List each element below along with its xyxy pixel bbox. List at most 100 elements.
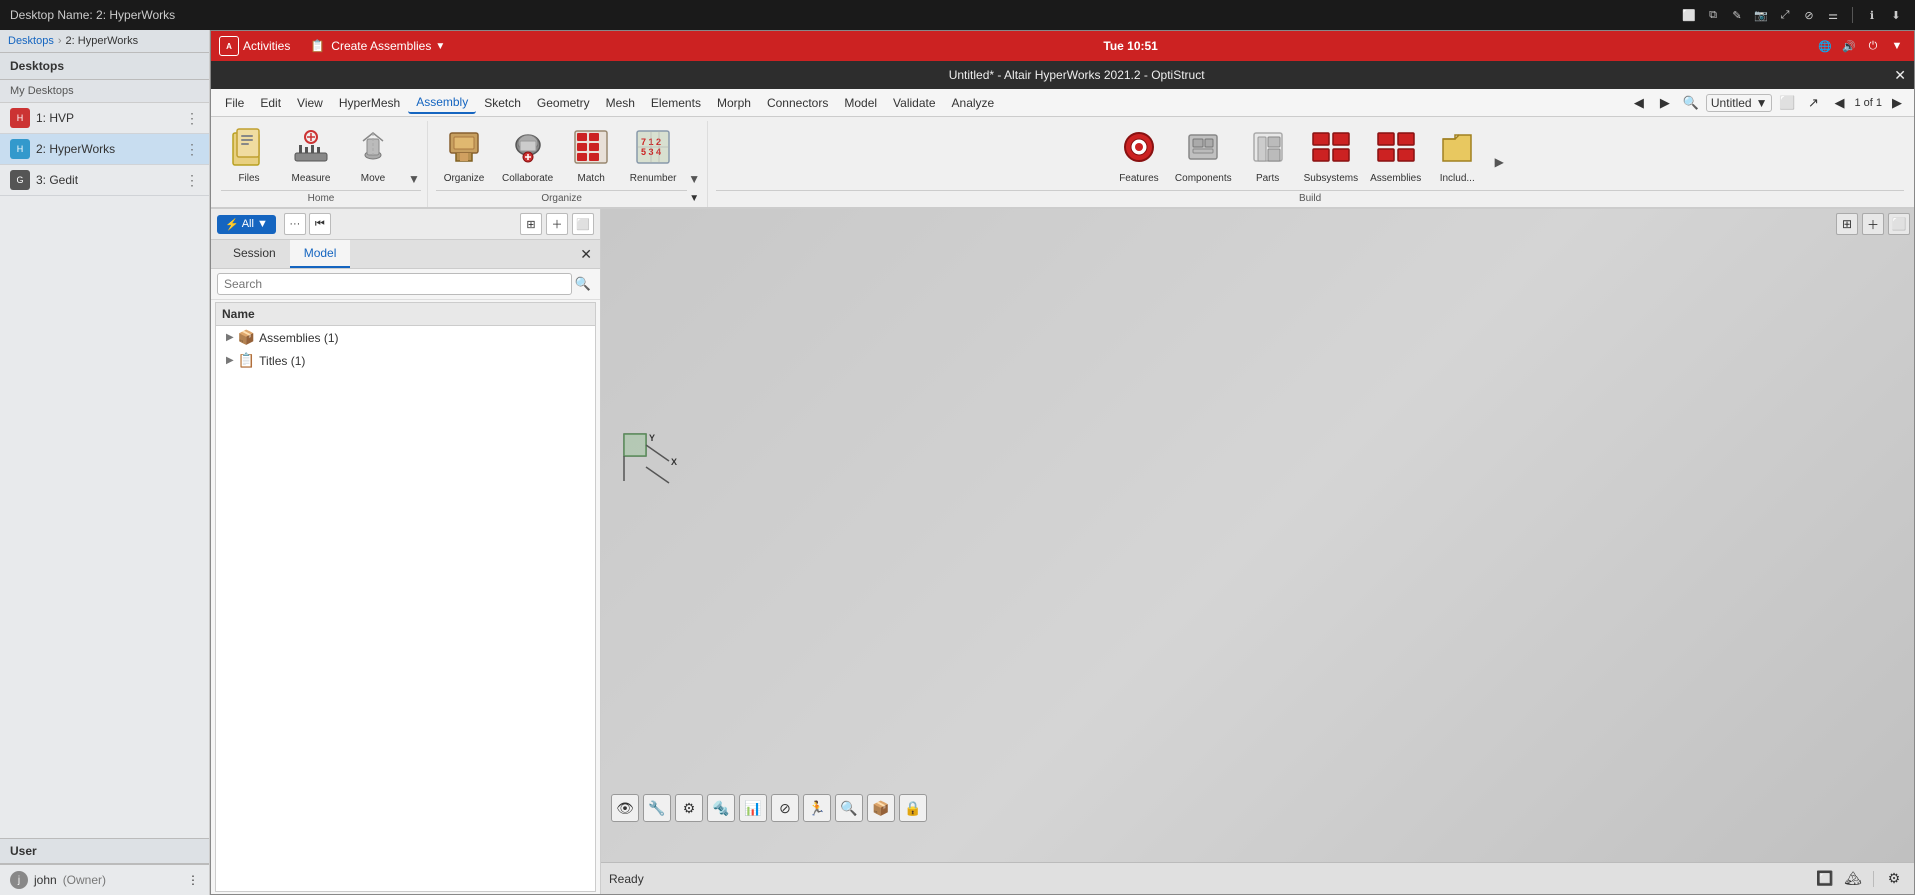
ribbon-btn-renumber[interactable]: 7 1 2 5 3 4 Renumber	[625, 121, 681, 186]
vp-icon-6[interactable]: ⊘	[771, 794, 799, 822]
menu-model[interactable]: Model	[836, 93, 885, 113]
home-collapse-btn[interactable]: ▼	[407, 172, 421, 186]
ribbon-btn-components[interactable]: Components	[1171, 121, 1236, 186]
bottom-settings-icon[interactable]: ⚙	[1882, 867, 1906, 891]
hvp-menu-icon[interactable]: ⋮	[185, 110, 199, 127]
vp-icon-5[interactable]: 📊	[739, 794, 767, 822]
info-icon[interactable]: ℹ	[1863, 6, 1881, 24]
ribbon-items-build: Features	[1111, 121, 1509, 190]
resize-icon[interactable]: ⤢	[1776, 6, 1794, 24]
menu-sketch[interactable]: Sketch	[476, 93, 529, 113]
search-input[interactable]	[217, 273, 572, 295]
viewport-split-icon[interactable]: ⬜	[1888, 213, 1910, 235]
viewport-canvas[interactable]: Y X ⊞ ＋ ⬜ 👁 🔧 ⚙ 🔩	[601, 209, 1914, 862]
menu-elements[interactable]: Elements	[643, 93, 709, 113]
ribbon-right-arrow[interactable]: ▶	[1489, 138, 1509, 186]
ribbon-btn-include[interactable]: Includ...	[1429, 121, 1485, 186]
tree-item-titles[interactable]: ▶ 📋 Titles (1)	[216, 349, 595, 372]
menu-analyze[interactable]: Analyze	[944, 93, 1003, 113]
ribbon-btn-collaborate[interactable]: Collaborate	[498, 121, 557, 186]
hyperworks-menu-icon[interactable]: ⋮	[185, 141, 199, 158]
create-assemblies-btn[interactable]: 📋 Create Assemblies ▼	[310, 39, 445, 53]
menu-hypermesh[interactable]: HyperMesh	[331, 93, 408, 113]
ribbon-btn-measure[interactable]: Measure	[283, 121, 339, 186]
activities-btn[interactable]: A Activities	[219, 36, 290, 56]
ribbon-btn-features[interactable]: Features	[1111, 121, 1167, 186]
viewport-grid-icon[interactable]: ⊞	[1836, 213, 1858, 235]
display-icon[interactable]: ⬜	[1680, 6, 1698, 24]
organize-collapse-btn[interactable]: ▼	[687, 172, 701, 186]
vp-icon-8[interactable]: 🔍	[835, 794, 863, 822]
eye-view-icon[interactable]: 👁	[611, 794, 639, 822]
menu-edit[interactable]: Edit	[252, 93, 289, 113]
menu-right-nav[interactable]: ▶	[1654, 92, 1676, 114]
menu-connectors[interactable]: Connectors	[759, 93, 836, 113]
bottom-render-icon[interactable]: 🏔	[1841, 867, 1865, 891]
menu-geometry[interactable]: Geometry	[529, 93, 598, 113]
next-page[interactable]: ▶	[1886, 92, 1908, 114]
copy-icon[interactable]: ⧉	[1704, 6, 1722, 24]
vp-icon-2[interactable]: 🔧	[643, 794, 671, 822]
tab-model[interactable]: Model	[290, 240, 351, 268]
ribbon-btn-subsystems[interactable]: Subsystems	[1300, 121, 1362, 186]
block-icon[interactable]: ⊘	[1800, 6, 1818, 24]
ribbon-btn-files[interactable]: Files	[221, 121, 277, 186]
volume-icon[interactable]: 🔊	[1840, 37, 1858, 55]
tree-expand-assemblies[interactable]: ▶	[226, 332, 234, 343]
ribbon-btn-move[interactable]: Move	[345, 121, 401, 186]
axis-indicator: Y X	[619, 429, 679, 492]
search-icon-btn[interactable]: 🔍	[572, 273, 594, 295]
menu-search[interactable]: 🔍	[1680, 92, 1702, 114]
sidebar-item-hvp[interactable]: H 1: HVP ⋮	[0, 103, 209, 134]
gedit-menu-icon[interactable]: ⋮	[185, 172, 199, 189]
organize-dropdown[interactable]: ▼	[687, 191, 701, 206]
menu-bar: File Edit View HyperMesh Assembly Sketch…	[211, 89, 1914, 117]
prev-page[interactable]: ◀	[1828, 92, 1850, 114]
vp-icon-7[interactable]: 🏃	[803, 794, 831, 822]
menu-left-nav[interactable]: ◀	[1628, 92, 1650, 114]
close-button[interactable]: ✕	[1894, 67, 1906, 84]
topbar-chevron-down[interactable]: ▼	[1888, 37, 1906, 55]
camera-icon[interactable]: 📷	[1752, 6, 1770, 24]
export-icon[interactable]: ↗	[1802, 92, 1824, 114]
vp-icon-4[interactable]: 🔩	[707, 794, 735, 822]
sidebar-item-hyperworks[interactable]: H 2: HyperWorks ⋮	[0, 134, 209, 165]
filter-reset[interactable]: ⏮	[309, 213, 331, 235]
menu-view[interactable]: View	[289, 93, 331, 113]
vp-icon-9[interactable]: 📦	[867, 794, 895, 822]
mixer-icon[interactable]: ⚌	[1824, 6, 1842, 24]
tree-expand-titles[interactable]: ▶	[226, 355, 234, 366]
panel-close-btn[interactable]: ✕	[580, 240, 592, 268]
menu-assembly[interactable]: Assembly	[408, 92, 476, 114]
create-assemblies-chevron[interactable]: ▼	[435, 41, 445, 52]
filter-dots[interactable]: ···	[284, 213, 306, 235]
bottom-3d-icon[interactable]: 🔲	[1813, 867, 1837, 891]
tab-session[interactable]: Session	[219, 240, 290, 268]
power-icon[interactable]: ⏻	[1864, 37, 1882, 55]
menu-validate[interactable]: Validate	[885, 93, 943, 113]
app-titlebar: Untitled* - Altair HyperWorks 2021.2 - O…	[211, 61, 1914, 89]
menu-mesh[interactable]: Mesh	[598, 93, 643, 113]
network-icon[interactable]: 🌐	[1816, 37, 1834, 55]
tab-name-dropdown[interactable]: Untitled ▼	[1706, 94, 1773, 112]
pencil-icon[interactable]: ✎	[1728, 6, 1746, 24]
download-icon[interactable]: ⬇	[1887, 6, 1905, 24]
tree-item-assemblies[interactable]: ▶ 📦 Assemblies (1)	[216, 326, 595, 349]
split-icon[interactable]: ⬜	[572, 213, 594, 235]
new-tab-icon[interactable]: ⬜	[1776, 92, 1798, 114]
add-icon[interactable]: ＋	[546, 213, 568, 235]
menu-morph[interactable]: Morph	[709, 93, 759, 113]
ribbon-btn-organize[interactable]: Organize	[436, 121, 492, 186]
breadcrumb-root[interactable]: Desktops	[8, 35, 54, 47]
sidebar-item-gedit[interactable]: G 3: Gedit ⋮	[0, 165, 209, 196]
all-filter-btn[interactable]: ⚡ All ▼	[217, 215, 276, 234]
ribbon-btn-assemblies[interactable]: Assemblies	[1366, 121, 1425, 186]
vp-icon-10[interactable]: 🔒	[899, 794, 927, 822]
ribbon-btn-parts[interactable]: Parts	[1240, 121, 1296, 186]
menu-file[interactable]: File	[217, 93, 252, 113]
grid-view-icon[interactable]: ⊞	[520, 213, 542, 235]
ribbon-btn-match[interactable]: Match	[563, 121, 619, 186]
user-menu-icon[interactable]: ⋮	[187, 873, 199, 887]
vp-icon-3[interactable]: ⚙	[675, 794, 703, 822]
viewport-add-icon[interactable]: ＋	[1862, 213, 1884, 235]
